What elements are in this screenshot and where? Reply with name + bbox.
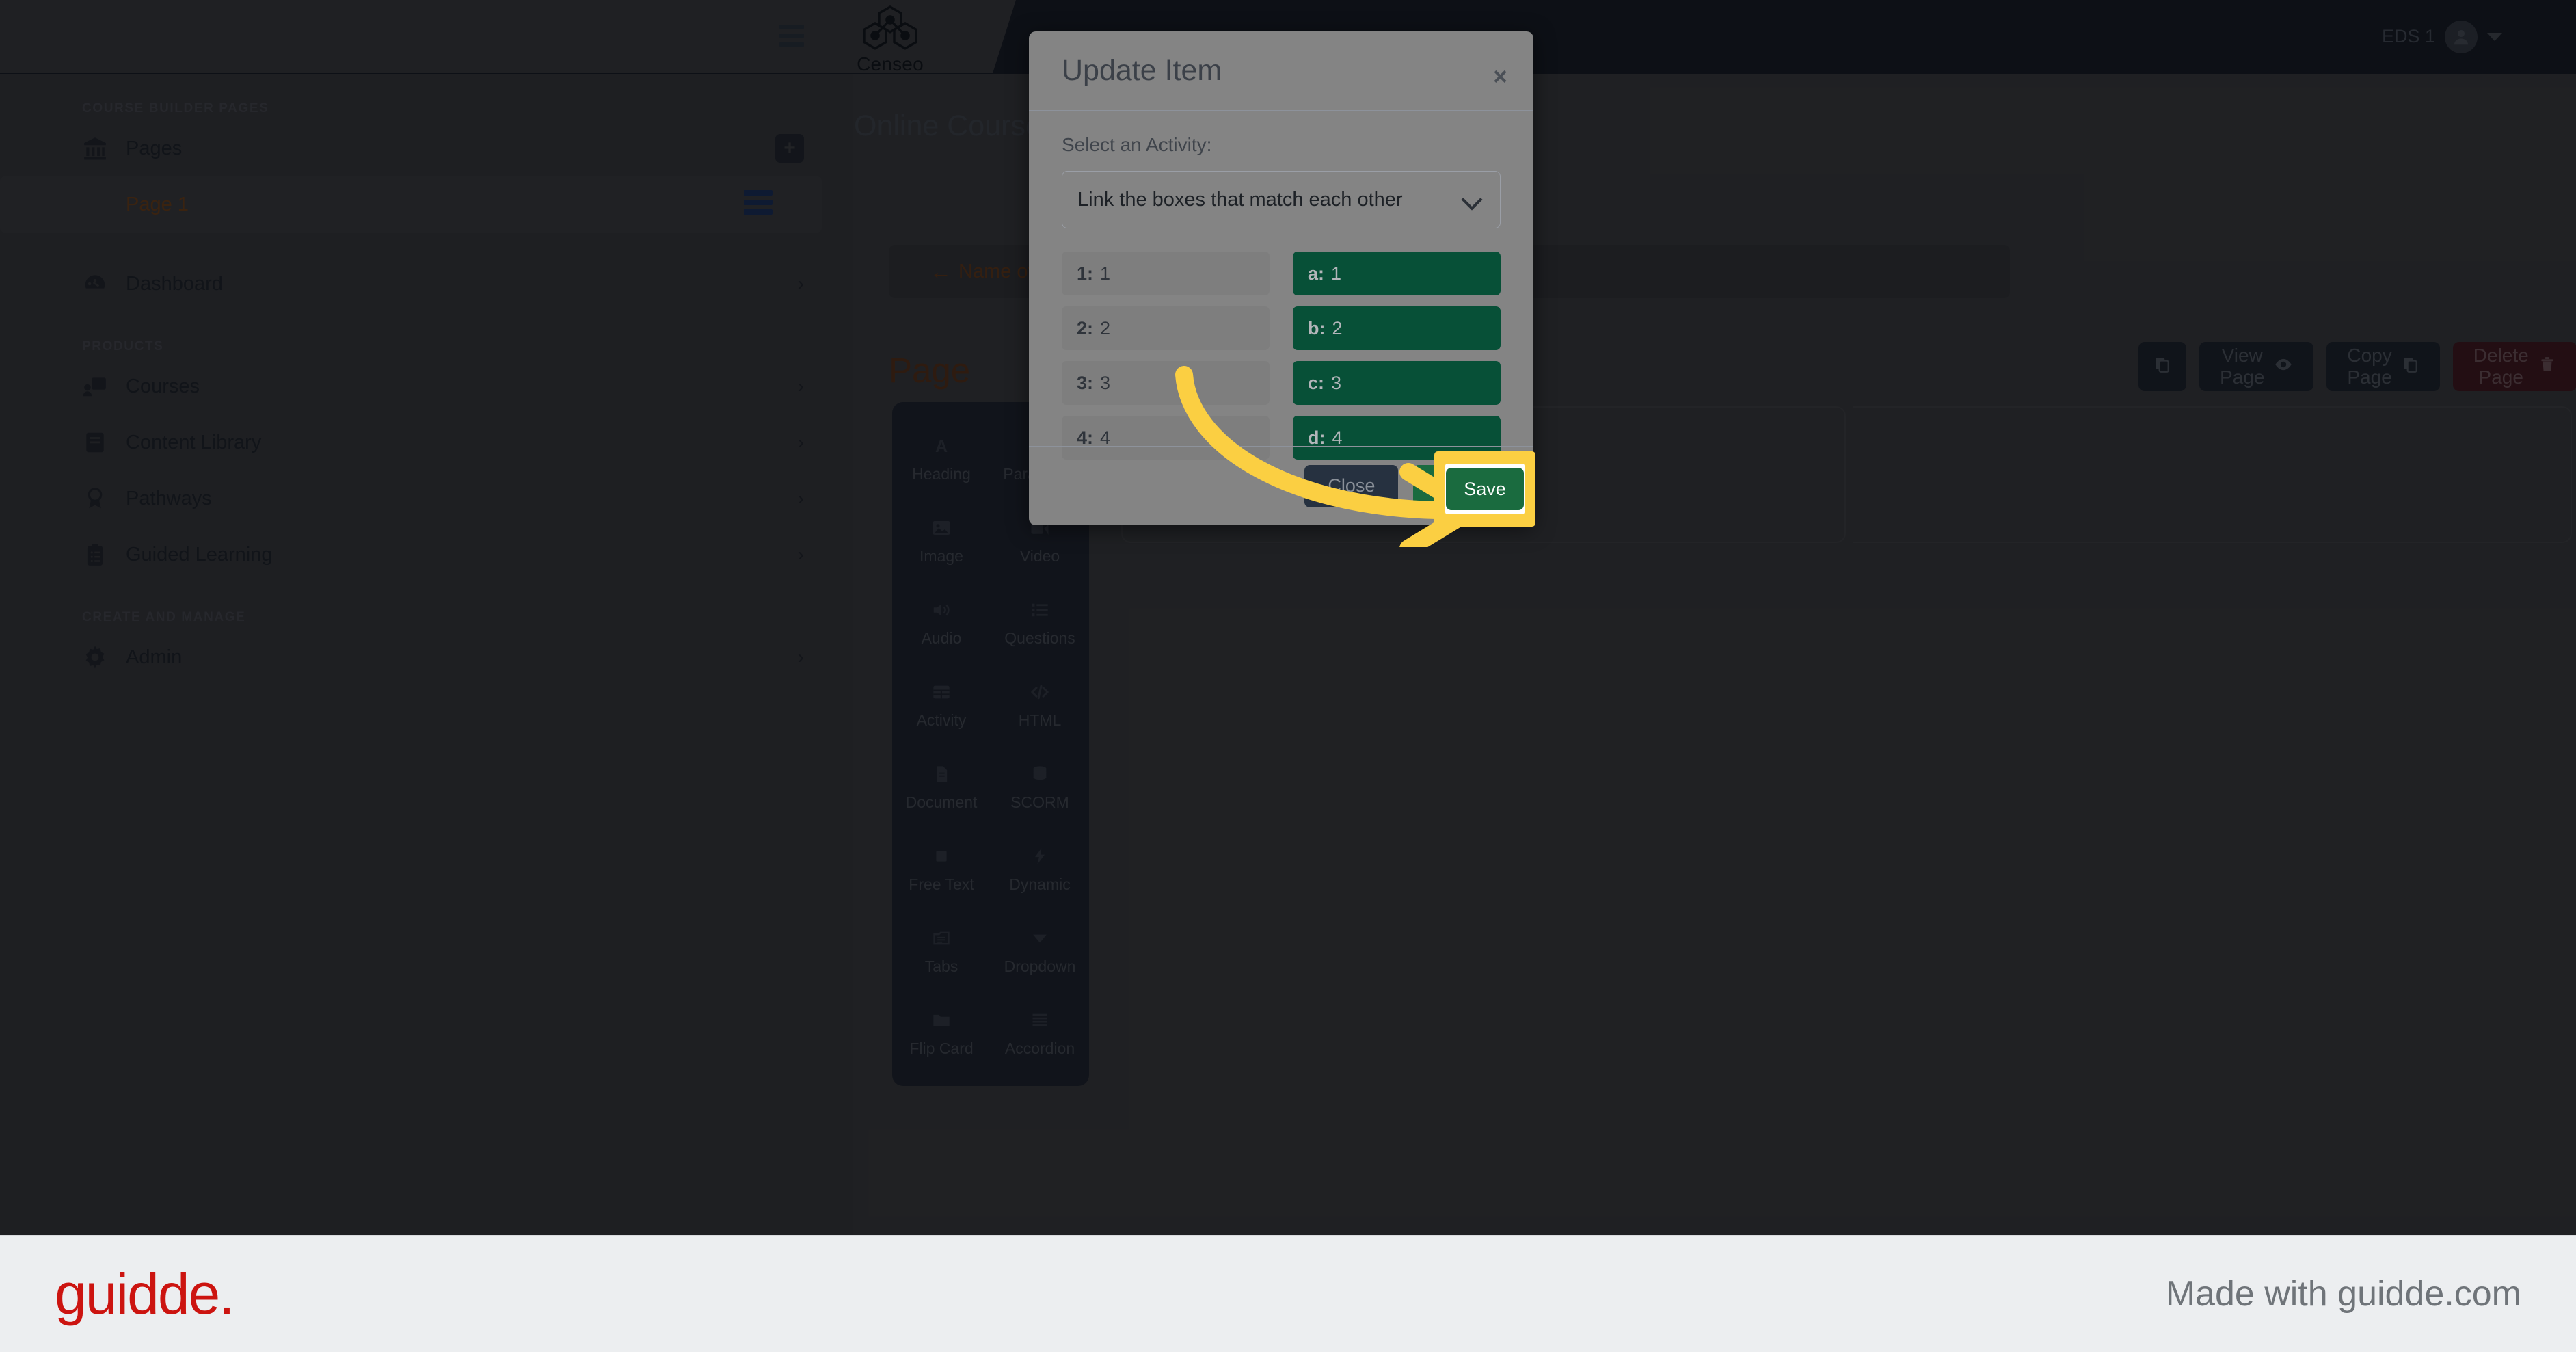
screenshot-root: Censeo EDS 1 COURSE BUILDER PAGES (0, 0, 2576, 1352)
pair-right-cell[interactable]: c: 3 (1293, 361, 1501, 405)
pair-right-value: 4 (1332, 427, 1343, 448)
pair-left-cell[interactable]: 1: 1 (1062, 252, 1270, 295)
match-pairs-list: 1: 1 a: 1 2: 2 b: 2 3: 3 c: 3 4: 4 d: 4 (1062, 252, 1501, 460)
pair-right-value: 2 (1332, 317, 1343, 339)
pair-left-value: 2 (1100, 317, 1111, 339)
pair-right-cell[interactable]: a: 1 (1293, 252, 1501, 295)
pair-right-value: 3 (1331, 372, 1342, 393)
save-button-highlight: Save (1434, 451, 1535, 527)
pair-right-key: a: (1308, 263, 1325, 284)
pair-right-key: c: (1308, 372, 1325, 393)
pair-row: 1: 1 a: 1 (1062, 252, 1501, 295)
pair-left-key: 4: (1077, 427, 1094, 448)
pair-left-key: 1: (1077, 263, 1094, 284)
activity-select-value: Link the boxes that match each other (1077, 188, 1403, 211)
guidde-logo: guidde. (55, 1262, 235, 1326)
modal-header: Update Item × (1029, 31, 1533, 111)
made-with-guidde-label: Made with guidde.com (2165, 1274, 2521, 1314)
save-button[interactable]: Save (1446, 468, 1524, 510)
modal-body: Select an Activity: Link the boxes that … (1029, 111, 1533, 460)
pair-right-cell[interactable]: b: 2 (1293, 306, 1501, 350)
pair-left-key: 3: (1077, 372, 1094, 393)
select-activity-label: Select an Activity: (1062, 134, 1212, 155)
pair-right-key: b: (1308, 317, 1326, 339)
pair-left-key: 2: (1077, 317, 1094, 339)
pair-left-value: 4 (1100, 427, 1111, 448)
pair-left-value: 1 (1100, 263, 1111, 284)
pair-left-cell[interactable]: 3: 3 (1062, 361, 1270, 405)
save-button-highlight-inner: Save (1445, 464, 1525, 514)
guidde-footer: guidde. Made with guidde.com (0, 1235, 2576, 1352)
pair-row: 2: 2 b: 2 (1062, 306, 1501, 350)
pair-row: 3: 3 c: 3 (1062, 361, 1501, 405)
chevron-down-icon (1461, 189, 1483, 211)
close-x-icon[interactable]: × (1493, 64, 1507, 89)
activity-select[interactable]: Link the boxes that match each other (1062, 171, 1501, 228)
application-window: Censeo EDS 1 COURSE BUILDER PAGES (0, 0, 2576, 1235)
pair-right-value: 1 (1331, 263, 1342, 284)
pair-left-value: 3 (1100, 372, 1111, 393)
modal-title: Update Item (1062, 54, 1222, 87)
close-button[interactable]: Close (1304, 464, 1399, 507)
pair-left-cell[interactable]: 2: 2 (1062, 306, 1270, 350)
pair-right-key: d: (1308, 427, 1326, 448)
